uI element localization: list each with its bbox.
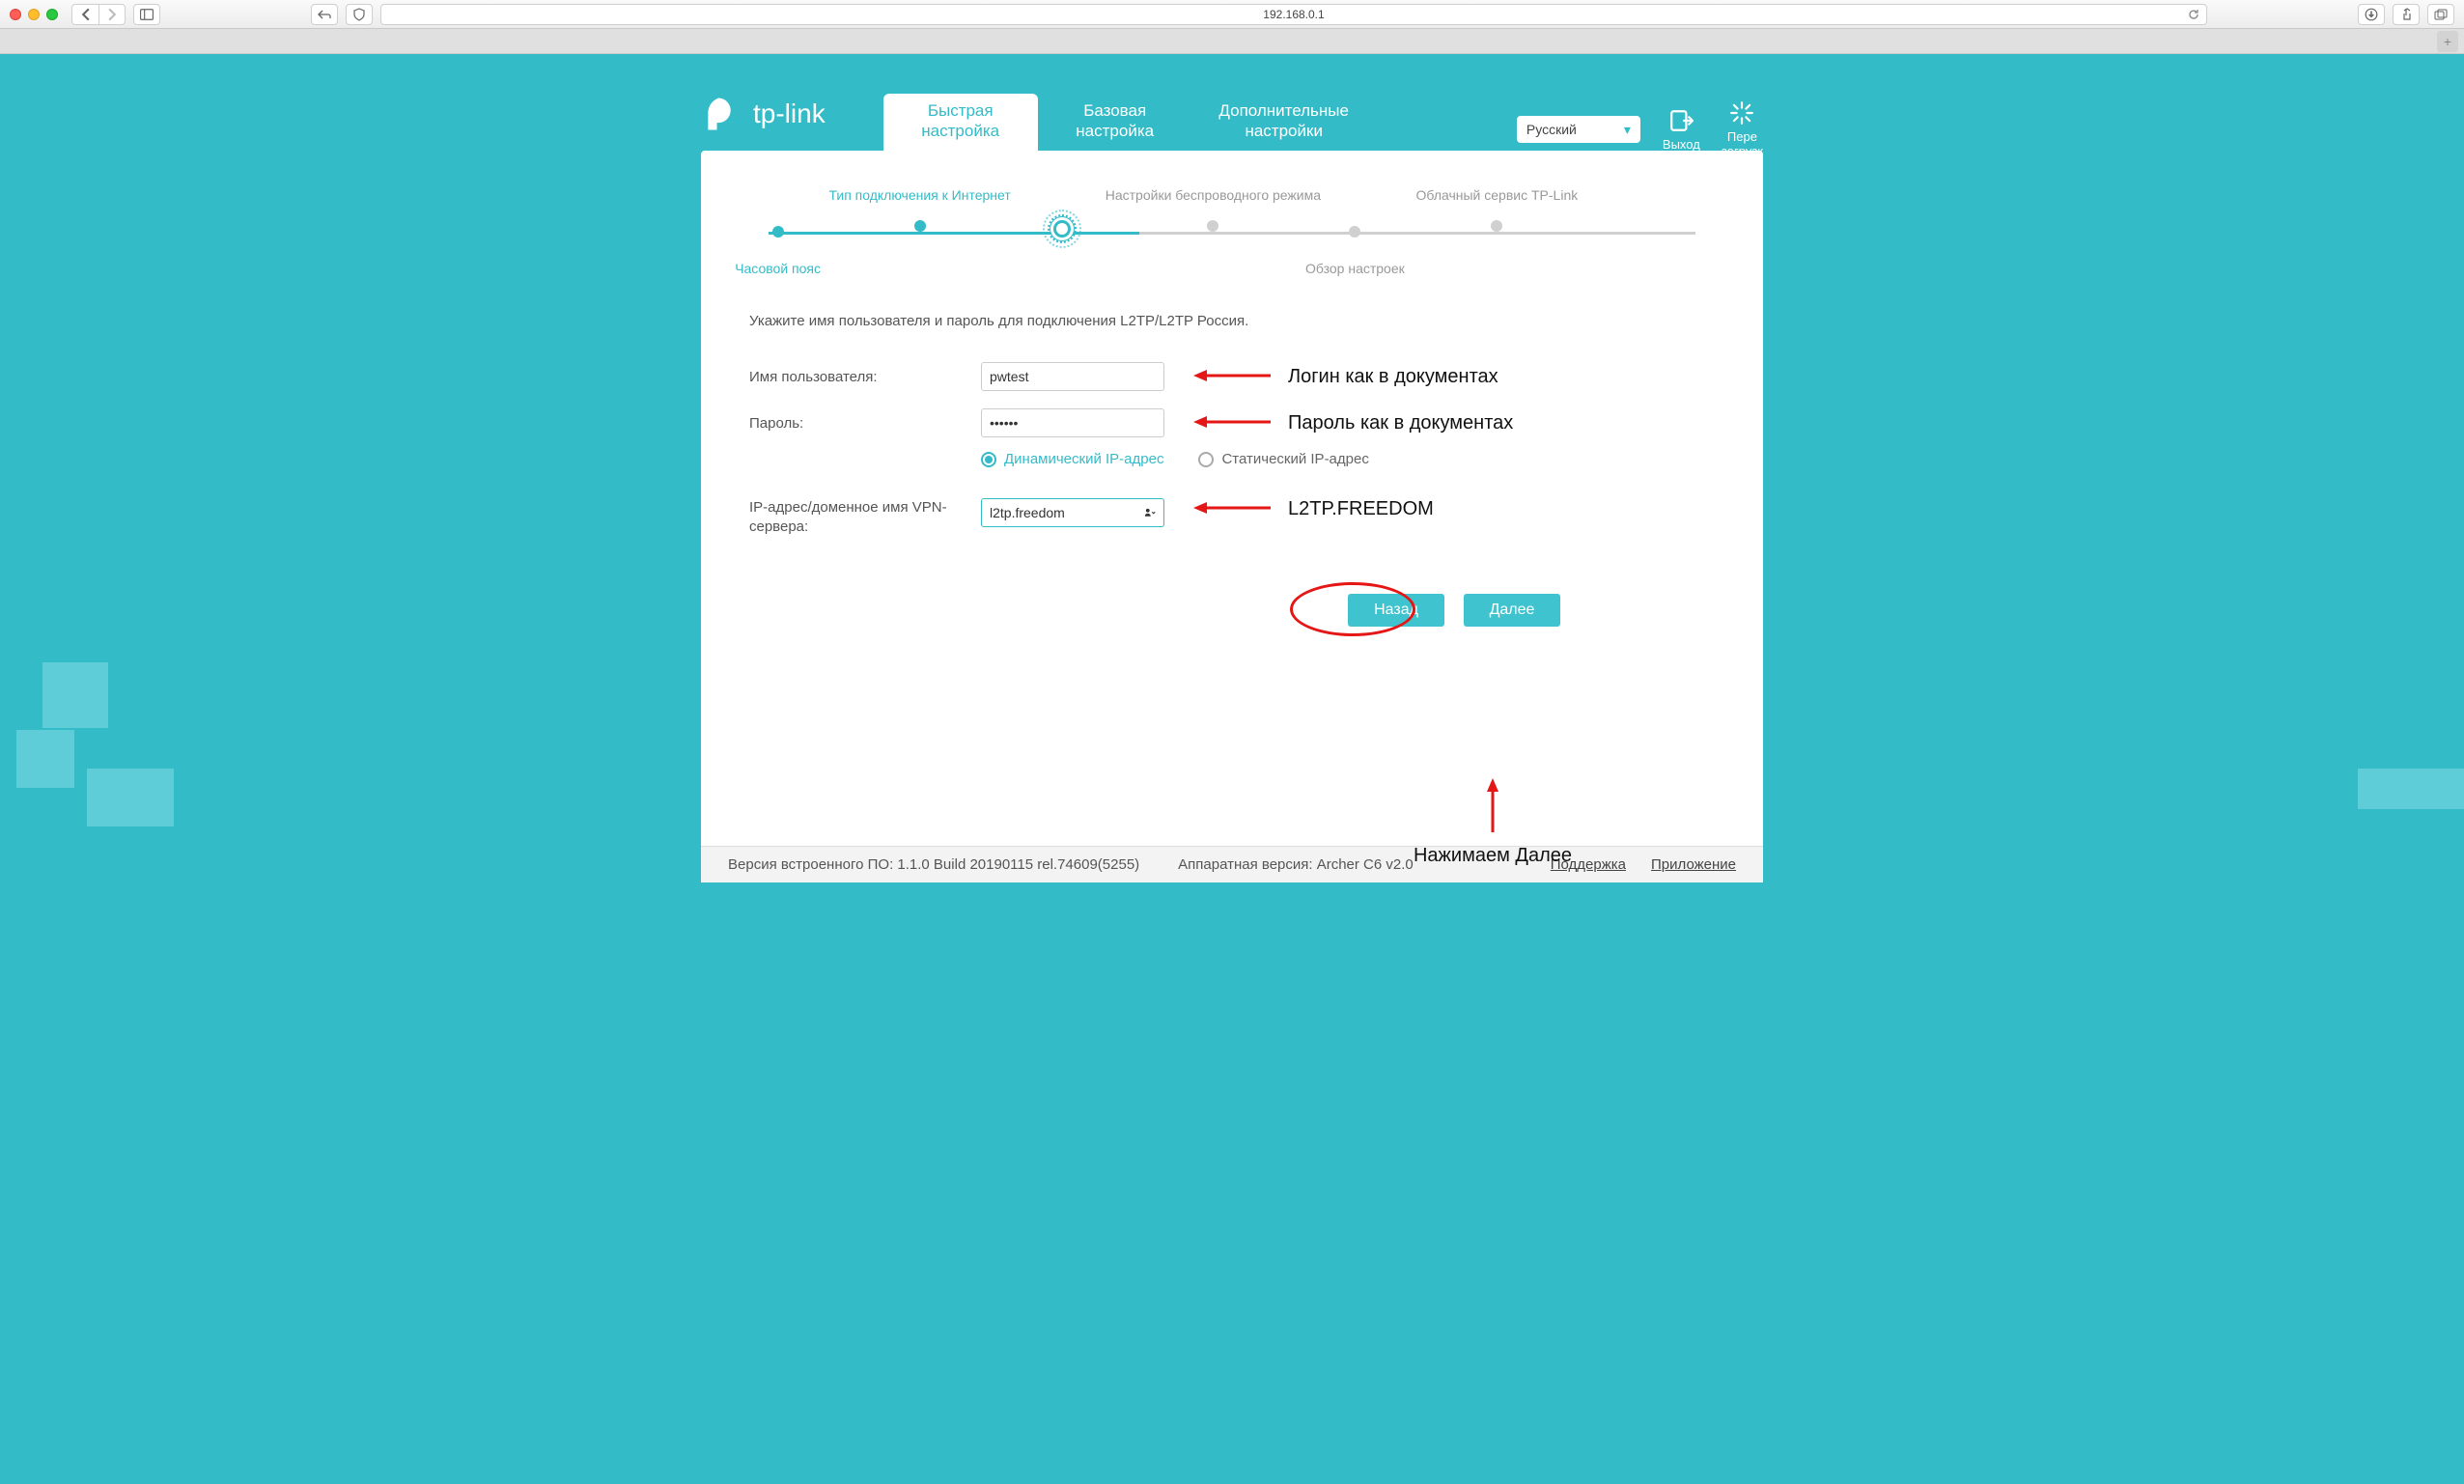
url-text: 192.168.0.1 (1263, 8, 1324, 21)
tab-quick-setup[interactable]: Быстрая настройка (883, 94, 1038, 151)
wizard-stepper: Часовой пояс Тип подключения к Интернет … (759, 187, 1705, 284)
content-panel: Часовой пояс Тип подключения к Интернет … (701, 151, 1763, 846)
decoration (87, 769, 174, 826)
password-label: Пароль: (749, 415, 981, 432)
next-button[interactable]: Далее (1464, 594, 1560, 627)
tab-label: Базовая настройка (1076, 101, 1154, 139)
back-button[interactable]: Назад (1348, 594, 1444, 627)
l2tp-form: Имя пользователя: Логин как в документах… (749, 362, 1724, 627)
page-header: tp-link Быстрая настройка Базовая настро… (701, 64, 1763, 151)
decoration (16, 730, 74, 788)
brand-logo: tp-link (701, 93, 826, 135)
step-timezone: Часовой пояс (667, 226, 889, 276)
tabs-button[interactable] (2427, 4, 2454, 25)
safari-toolbar: 192.168.0.1 (0, 0, 2464, 29)
tab-advanced-setup[interactable]: Дополнительные настройки (1192, 94, 1376, 151)
nav-forward-button[interactable] (98, 4, 126, 25)
radio-icon (1198, 452, 1214, 467)
reply-button[interactable] (311, 4, 338, 25)
reboot-icon (1729, 100, 1754, 126)
brand-text: tp-link (753, 98, 826, 129)
nav-back-button[interactable] (71, 4, 98, 25)
arrow-up-icon (1367, 778, 1618, 835)
chevron-down-icon: ▾ (1624, 122, 1631, 138)
tab-strip: + (0, 29, 2464, 54)
radio-icon (981, 452, 996, 467)
language-select[interactable]: Русский ▾ (1516, 115, 1641, 144)
arrow-left-icon (1193, 499, 1271, 519)
vpn-label: IP-адрес/доменное имя VPN-сервера: (749, 498, 981, 536)
firmware-version: Версия встроенного ПО: 1.1.0 Build 20190… (728, 856, 1139, 873)
sidebar-toggle-button[interactable] (133, 4, 160, 25)
tab-basic-setup[interactable]: Базовая настройка (1038, 94, 1192, 151)
nav-back-forward[interactable] (71, 4, 126, 25)
reload-icon[interactable] (2187, 8, 2200, 24)
minimize-window-icon[interactable] (28, 9, 40, 20)
ip-mode-radios: Динамический IP-адрес Статический IP-адр… (981, 451, 1724, 467)
tab-label: Дополнительные настройки (1218, 101, 1349, 139)
step-summary: Обзор настроек (1244, 226, 1466, 276)
username-input[interactable] (981, 362, 1164, 391)
main-tabs: Быстрая настройка Базовая настройка Допо… (883, 94, 1376, 151)
app-link[interactable]: Приложение (1651, 856, 1736, 873)
vpn-server-input[interactable]: l2tp.freedom (981, 498, 1164, 527)
url-bar[interactable]: 192.168.0.1 (380, 4, 2207, 25)
share-button[interactable] (2393, 4, 2420, 25)
language-value: Русский (1526, 122, 1577, 137)
password-input[interactable] (981, 408, 1164, 437)
radio-static-ip[interactable]: Статический IP-адрес (1198, 451, 1368, 467)
tab-label: Быстрая настройка (921, 101, 999, 139)
username-label: Имя пользователя: (749, 369, 981, 385)
reboot-button[interactable]: Пере загрузк (1722, 100, 1763, 158)
window-controls[interactable] (10, 9, 58, 20)
annotation-next: Нажимаем Далее (1367, 778, 1618, 867)
row-password: Пароль: Пароль как в документах (749, 408, 1724, 437)
decoration (42, 662, 108, 728)
step-cloud: Облачный сервис TP-Link (1386, 187, 1608, 232)
instruction-text: Укажите имя пользователя и пароль для по… (749, 313, 1724, 329)
radio-label: Динамический IP-адрес (1004, 451, 1163, 467)
decoration (2358, 769, 2464, 809)
row-username: Имя пользователя: Логин как в документах (749, 362, 1724, 391)
radio-label: Статический IP-адрес (1221, 451, 1368, 467)
close-window-icon[interactable] (10, 9, 21, 20)
wizard-nav-buttons: Назад Далее (749, 594, 1560, 627)
logout-button[interactable]: Выход (1663, 108, 1700, 152)
new-tab-button[interactable]: + (2437, 31, 2458, 52)
annotation-password: Пароль как в документах (1193, 412, 1513, 434)
arrow-left-icon (1193, 413, 1271, 434)
row-vpn-server: IP-адрес/доменное имя VPN-сервера: l2tp.… (749, 498, 1724, 536)
tplink-logo-icon (701, 93, 743, 135)
contacts-dropdown-icon[interactable] (1144, 507, 1156, 518)
zoom-window-icon[interactable] (46, 9, 58, 20)
shield-icon[interactable] (346, 4, 373, 25)
annotation-vpn: L2TP.FREEDOM (1193, 498, 1434, 520)
annotation-login: Логин как в документах (1193, 366, 1498, 388)
vpn-server-value: l2tp.freedom (990, 505, 1065, 520)
arrow-left-icon (1193, 367, 1271, 387)
radio-dynamic-ip[interactable]: Динамический IP-адрес (981, 451, 1163, 467)
logout-label: Выход (1663, 137, 1700, 152)
logout-icon (1668, 108, 1694, 133)
downloads-button[interactable] (2358, 4, 2385, 25)
